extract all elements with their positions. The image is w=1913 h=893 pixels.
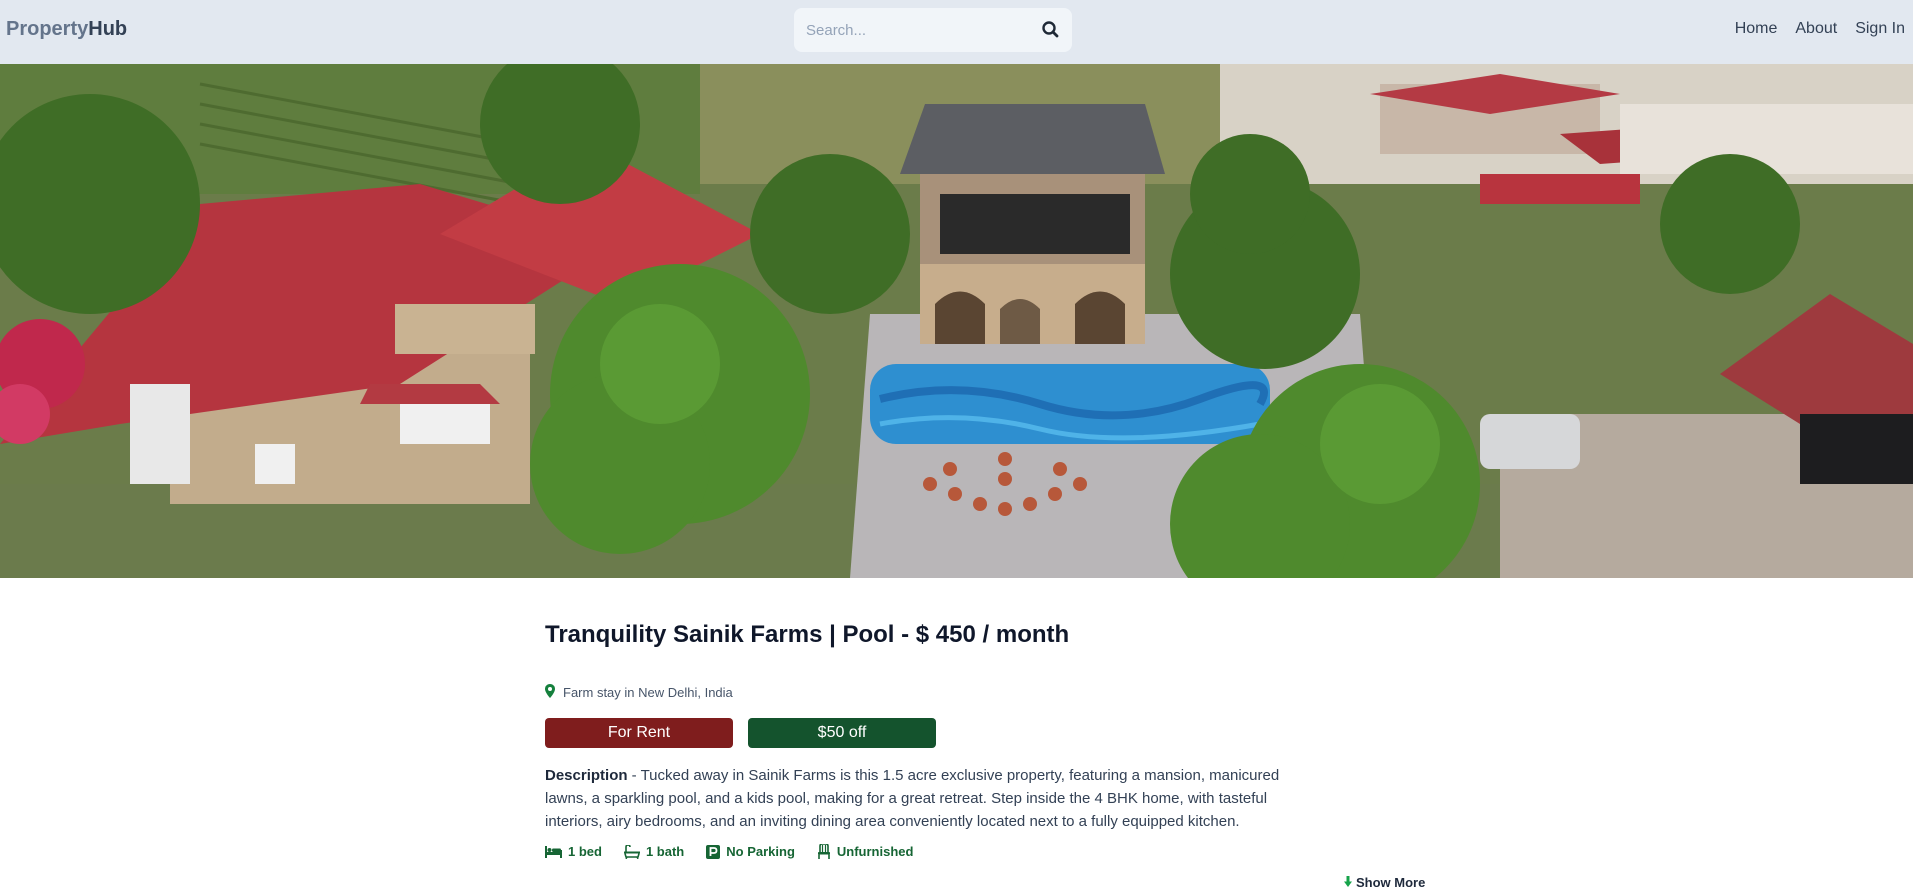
bed-icon — [545, 845, 562, 858]
feature-baths: 1 bath — [623, 844, 685, 859]
beds-text: 1 bed — [568, 844, 602, 859]
parking-text: No Parking — [726, 844, 795, 859]
bath-icon — [623, 844, 640, 859]
logo-text-hub: Hub — [88, 18, 128, 40]
nav-about-link[interactable]: About — [1795, 20, 1837, 38]
listing-location: Farm stay in New Delhi, India — [545, 684, 733, 701]
nav-home-link[interactable]: Home — [1735, 20, 1778, 38]
feature-beds: 1 bed — [545, 844, 602, 859]
feature-furnished: Unfurnished — [817, 844, 914, 859]
listing-description: Description - Tucked away in Sainik Farm… — [545, 764, 1325, 833]
listing-features: 1 bed 1 bath No Parking Unfurnished — [545, 844, 913, 859]
hero-property-image — [0, 64, 1913, 578]
show-more-link[interactable]: Show More — [1344, 875, 1425, 890]
description-text: - Tucked away in Sainik Farms is this 1.… — [545, 767, 1280, 830]
feature-parking: No Parking — [706, 844, 795, 859]
show-more-text: Show More — [1356, 875, 1426, 890]
furnished-text: Unfurnished — [836, 844, 914, 859]
discount-badge: $50 off — [748, 718, 936, 748]
listing-title: Tranquility Sainik Farms | Pool - $ 450 … — [545, 621, 1070, 648]
description-label: Description — [545, 767, 628, 784]
top-nav-bar: PropertyHub Home About Sign In — [0, 0, 1913, 64]
arrow-down-icon — [1344, 875, 1352, 890]
search-input[interactable] — [806, 18, 1026, 42]
parking-icon — [706, 844, 721, 859]
chair-icon — [817, 844, 831, 859]
site-logo[interactable]: PropertyHub — [6, 18, 127, 41]
location-text: Farm stay in New Delhi, India — [563, 685, 733, 700]
search-icon[interactable] — [1040, 19, 1062, 41]
nav-sign-in-link[interactable]: Sign In — [1855, 20, 1905, 38]
map-pin-icon — [545, 684, 555, 701]
main-nav: Home About Sign In — [1735, 20, 1905, 38]
logo-text-property: Property — [6, 18, 89, 40]
baths-text: 1 bath — [645, 844, 685, 859]
for-rent-badge: For Rent — [545, 718, 733, 748]
search-box — [794, 8, 1072, 52]
